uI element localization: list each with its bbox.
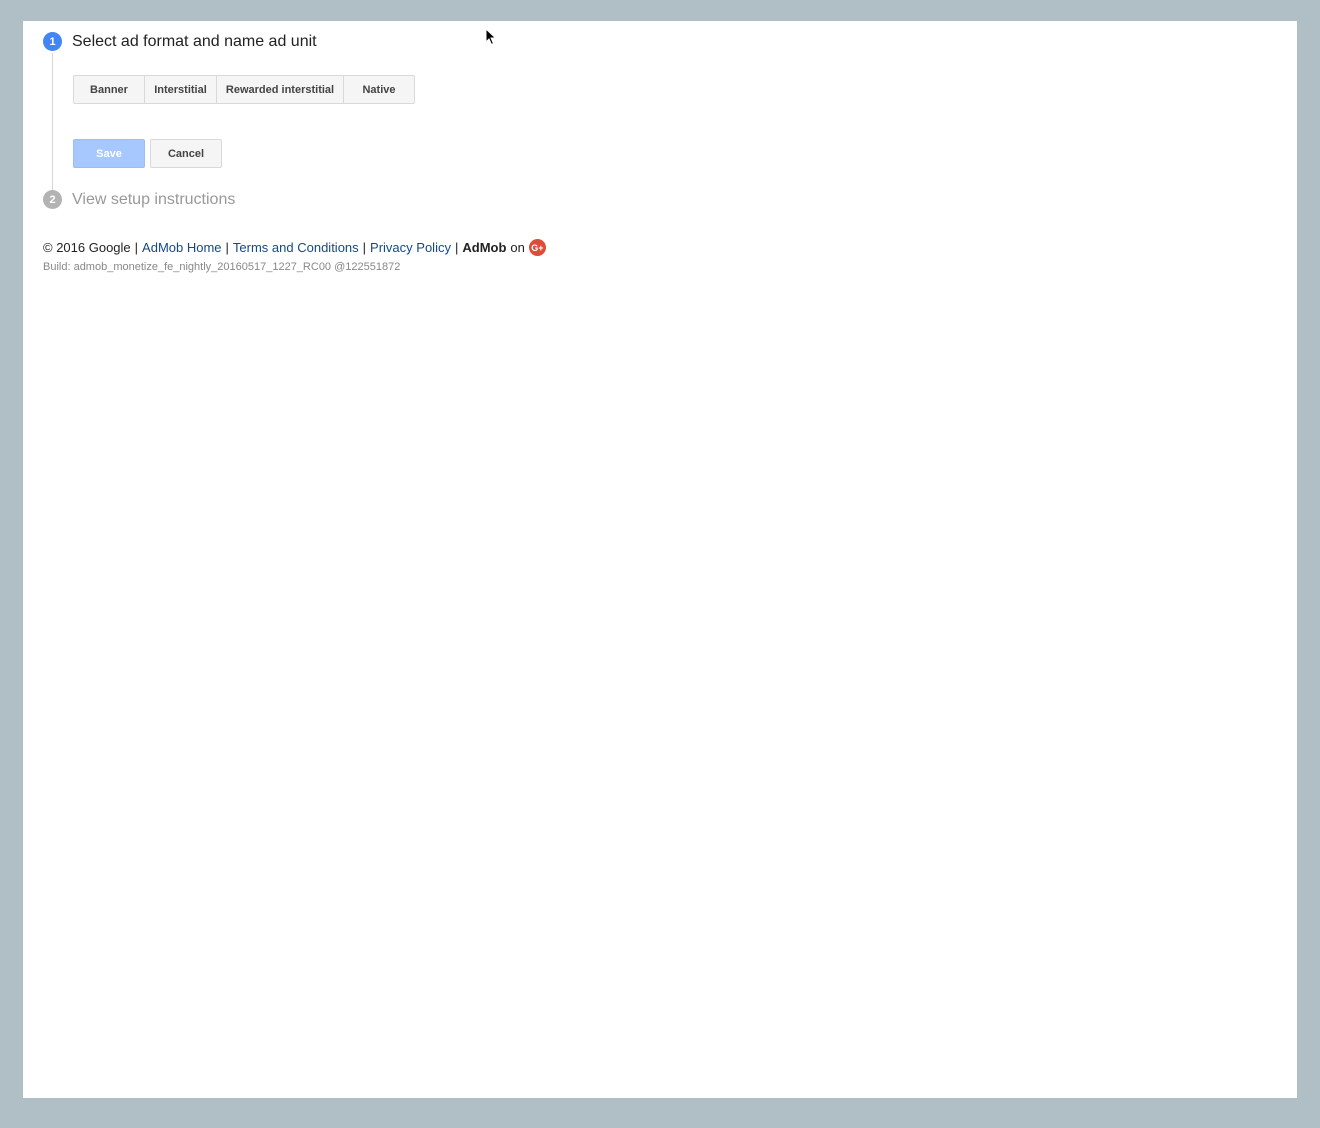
build-info: Build: admob_monetize_fe_nightly_2016051…	[43, 261, 401, 273]
admob-home-link[interactable]: AdMob Home	[142, 240, 221, 255]
ad-format-selector: Banner Interstitial Rewarded interstitia…	[73, 75, 415, 104]
copyright-text: © 2016 Google	[43, 240, 131, 255]
step-connector-line	[52, 53, 53, 190]
cancel-button[interactable]: Cancel	[150, 139, 222, 168]
brand-name: AdMob	[462, 240, 507, 255]
privacy-link[interactable]: Privacy Policy	[370, 240, 451, 255]
main-panel: 1 Select ad format and name ad unit Bann…	[23, 21, 1297, 1098]
separator: |	[134, 240, 139, 255]
save-button[interactable]: Save	[73, 139, 145, 168]
separator: |	[454, 240, 459, 255]
terms-link[interactable]: Terms and Conditions	[233, 240, 359, 255]
format-interstitial-button[interactable]: Interstitial	[144, 75, 217, 104]
step-title: Select ad format and name ad unit	[72, 32, 317, 50]
footer: © 2016 Google | AdMob Home | Terms and C…	[43, 239, 546, 256]
format-rewarded-interstitial-button[interactable]: Rewarded interstitial	[216, 75, 344, 104]
mouse-cursor-icon	[485, 28, 497, 46]
step-number-badge: 2	[43, 190, 62, 209]
separator: |	[362, 240, 367, 255]
google-plus-icon[interactable]: G+	[528, 239, 546, 256]
on-text: on	[510, 240, 525, 255]
step-2: 2 View setup instructions	[43, 190, 235, 209]
step-number-badge: 1	[43, 32, 62, 51]
step-1: 1 Select ad format and name ad unit	[43, 32, 317, 51]
format-banner-button[interactable]: Banner	[73, 75, 145, 104]
step-title: View setup instructions	[72, 190, 236, 208]
separator: |	[225, 240, 229, 255]
form-actions: Save Cancel	[73, 139, 222, 168]
format-native-button[interactable]: Native	[343, 75, 415, 104]
